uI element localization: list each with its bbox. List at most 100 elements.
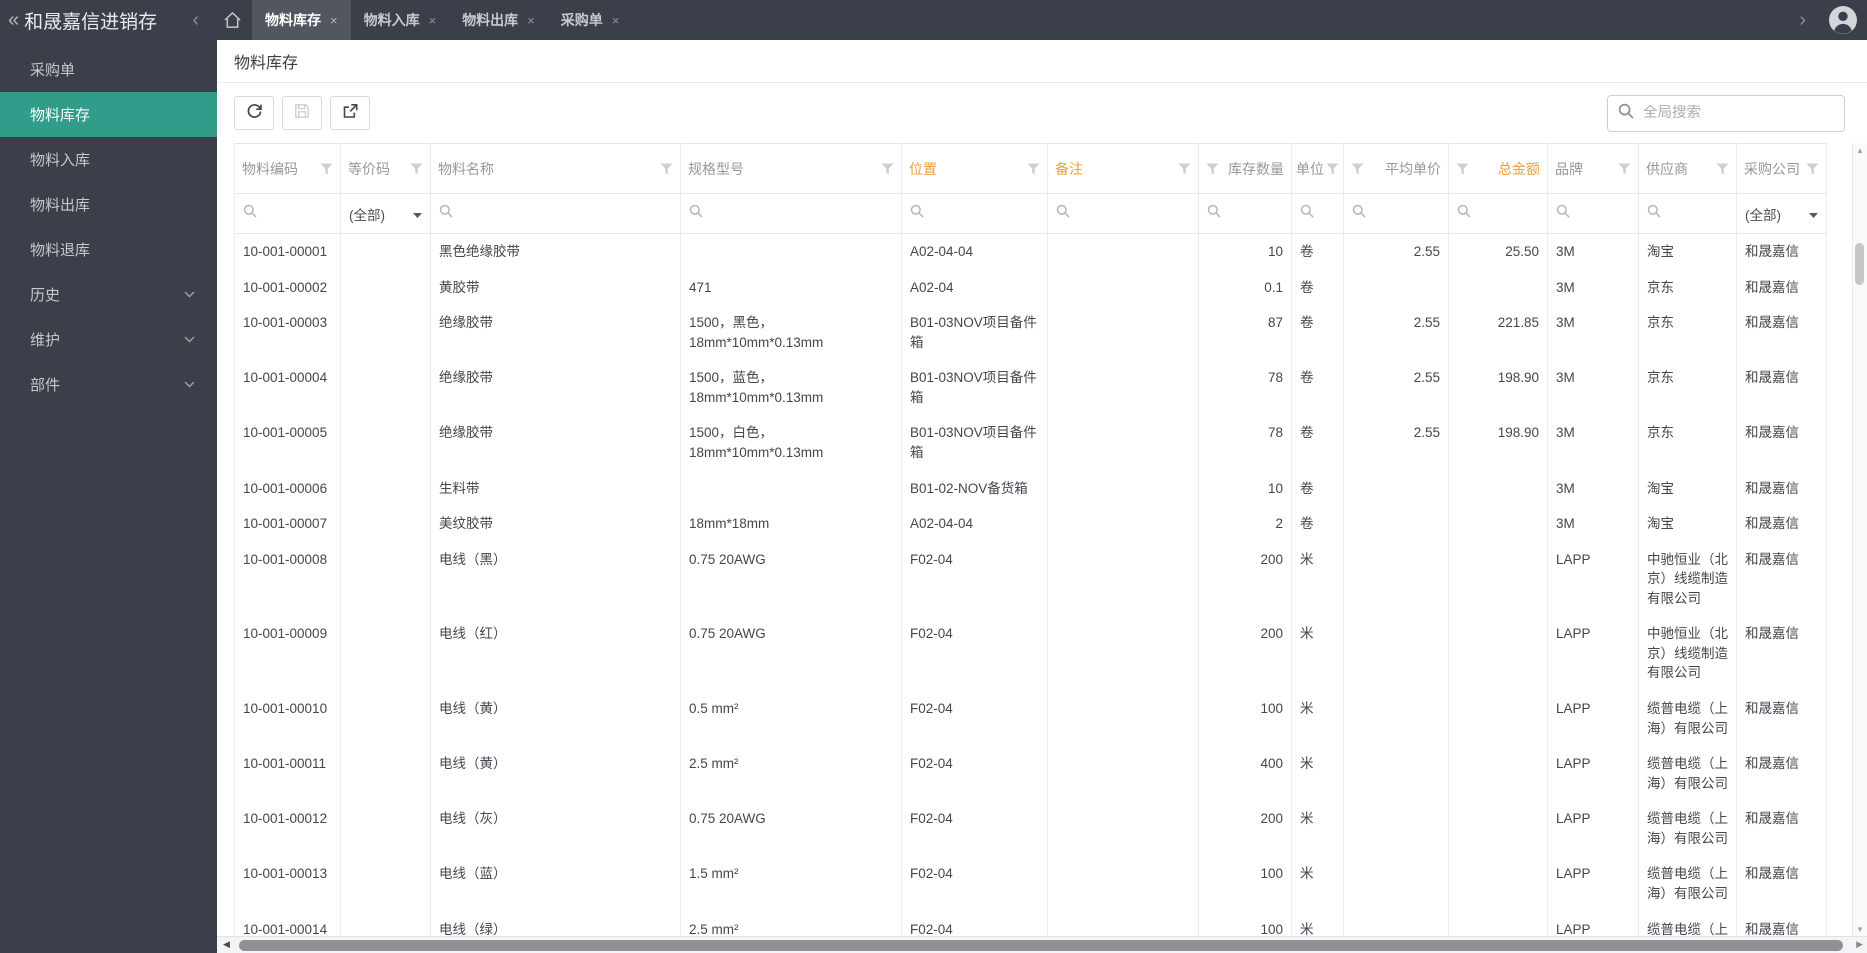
cell-brand[interactable]: LAPP	[1547, 911, 1639, 936]
cell-equiv[interactable]	[340, 233, 431, 270]
cell-company[interactable]: 和晟嘉信	[1736, 691, 1827, 747]
cell-location[interactable]: F02-04	[901, 856, 1048, 912]
cell-total[interactable]	[1448, 691, 1548, 747]
table-row[interactable]: 10-001-00001 黑色绝缘胶带 A02-04-04 10 卷 2.55 25.50 3…	[234, 233, 1827, 270]
cell-equiv[interactable]	[340, 801, 431, 857]
filter-funnel-icon[interactable]	[1027, 163, 1040, 175]
cell-qty[interactable]: 100	[1198, 691, 1292, 747]
cell-equiv[interactable]	[340, 541, 431, 617]
filter-funnel-icon[interactable]	[1351, 163, 1364, 175]
cell-code[interactable]: 10-001-00005	[234, 415, 341, 471]
cell-spec[interactable]: 1500，黑色，18mm*10mm*0.13mm	[680, 305, 902, 361]
cell-brand[interactable]: 3M	[1547, 233, 1639, 270]
cell-company[interactable]: 和晟嘉信	[1736, 415, 1827, 471]
sidebar-item-material-inbound[interactable]: 物料入库	[0, 137, 217, 182]
cell-spec[interactable]: 0.75 20AWG	[680, 801, 902, 857]
cell-location[interactable]: B01-02-NOV备货箱	[901, 470, 1048, 507]
cell-code[interactable]: 10-001-00013	[234, 856, 341, 912]
cell-unit[interactable]: 米	[1291, 911, 1344, 936]
cell-supplier[interactable]: 中驰恒业（北京）线缆制造有限公司	[1638, 541, 1737, 617]
cell-unit[interactable]: 卷	[1291, 305, 1344, 361]
table-row[interactable]: 10-001-00002 黄胶带 471 A02-04 0.1 卷 3M 京东 和晟嘉信	[234, 269, 1827, 306]
scroll-up-icon[interactable]: ▲	[1853, 143, 1867, 157]
cell-spec[interactable]: 0.5 mm²	[680, 691, 902, 747]
cell-brand[interactable]: 3M	[1547, 269, 1639, 306]
cell-brand[interactable]: 3M	[1547, 415, 1639, 471]
table-row[interactable]: 10-001-00011 电线（黄） 2.5 mm² F02-04 400 米 LAPP 缆普…	[234, 746, 1827, 802]
cell-avg_price[interactable]	[1343, 856, 1449, 912]
filter-funnel-icon[interactable]	[1716, 163, 1729, 175]
cell-name[interactable]: 绝缘胶带	[430, 305, 681, 361]
cell-brand[interactable]: 3M	[1547, 506, 1639, 542]
cell-name[interactable]: 电线（黄）	[430, 691, 681, 747]
cell-unit[interactable]: 卷	[1291, 233, 1344, 270]
cell-company[interactable]: 和晟嘉信	[1736, 233, 1827, 270]
cell-code[interactable]: 10-001-00014	[234, 911, 341, 936]
cell-qty[interactable]: 87	[1198, 305, 1292, 361]
filter-search-avg_price[interactable]	[1352, 204, 1440, 223]
cell-location[interactable]: F02-04	[901, 801, 1048, 857]
cell-location[interactable]: F02-04	[901, 911, 1048, 936]
cell-remark[interactable]	[1047, 746, 1199, 802]
cell-code[interactable]: 10-001-00004	[234, 360, 341, 416]
cell-unit[interactable]: 米	[1291, 746, 1344, 802]
cell-remark[interactable]	[1047, 801, 1199, 857]
cell-remark[interactable]	[1047, 911, 1199, 936]
cell-equiv[interactable]	[340, 305, 431, 361]
filter-select-equiv[interactable]: (全部)	[349, 204, 422, 224]
cell-total[interactable]: 198.90	[1448, 360, 1548, 416]
tab-purchase-order[interactable]: 采购单 ×	[548, 0, 633, 40]
cell-name[interactable]: 电线（绿）	[430, 911, 681, 936]
cell-company[interactable]: 和晟嘉信	[1736, 856, 1827, 912]
cell-company[interactable]: 和晟嘉信	[1736, 305, 1827, 361]
cell-qty[interactable]: 2	[1198, 506, 1292, 542]
cell-avg_price[interactable]	[1343, 470, 1449, 507]
filter-search-code[interactable]	[243, 204, 332, 223]
cell-spec[interactable]: 471	[680, 269, 902, 306]
cell-unit[interactable]: 卷	[1291, 506, 1344, 542]
column-header-avg_price[interactable]: 平均单价	[1343, 143, 1449, 194]
cell-spec[interactable]: 1500，白色，18mm*10mm*0.13mm	[680, 415, 902, 471]
cell-location[interactable]: B01-03NOV项目备件箱	[901, 360, 1048, 416]
cell-qty[interactable]: 100	[1198, 911, 1292, 936]
scroll-right-icon[interactable]: ▶	[1856, 939, 1863, 950]
filter-search-remark[interactable]	[1056, 204, 1190, 223]
cell-qty[interactable]: 100	[1198, 856, 1292, 912]
filter-funnel-icon[interactable]	[1326, 163, 1339, 175]
cell-spec[interactable]: 0.75 20AWG	[680, 541, 902, 617]
tab-material-inbound[interactable]: 物料入库 ×	[351, 0, 450, 40]
cell-spec[interactable]: 18mm*18mm	[680, 506, 902, 542]
cell-unit[interactable]: 卷	[1291, 415, 1344, 471]
cell-total[interactable]: 25.50	[1448, 233, 1548, 270]
collapse-sidebar-icon[interactable]: «	[8, 9, 19, 32]
cell-supplier[interactable]: 缆普电缆（上海）有限公司	[1638, 691, 1737, 747]
filter-funnel-icon[interactable]	[1618, 163, 1631, 175]
cell-name[interactable]: 绝缘胶带	[430, 415, 681, 471]
cell-brand[interactable]: 3M	[1547, 360, 1639, 416]
cell-equiv[interactable]	[340, 506, 431, 542]
sidebar-item-parts[interactable]: 部件	[0, 362, 217, 407]
nav-forward-icon[interactable]: ›	[1793, 10, 1812, 30]
cell-unit[interactable]: 米	[1291, 541, 1344, 617]
cell-name[interactable]: 电线（黑）	[430, 541, 681, 617]
cell-avg_price[interactable]	[1343, 616, 1449, 691]
cell-avg_price[interactable]: 2.55	[1343, 415, 1449, 471]
sidebar-item-purchase-order[interactable]: 采购单	[0, 47, 217, 92]
cell-qty[interactable]: 0.1	[1198, 269, 1292, 306]
column-header-equiv[interactable]: 等价码	[340, 143, 431, 194]
filter-search-location[interactable]	[910, 204, 1039, 223]
cell-spec[interactable]: 2.5 mm²	[680, 746, 902, 802]
cell-unit[interactable]: 卷	[1291, 470, 1344, 507]
user-avatar[interactable]	[1828, 5, 1858, 35]
global-search-input[interactable]	[1643, 105, 1834, 121]
cell-unit[interactable]: 卷	[1291, 269, 1344, 306]
cell-spec[interactable]	[680, 470, 902, 507]
cell-unit[interactable]: 米	[1291, 801, 1344, 857]
cell-supplier[interactable]: 缆普电缆（上海）有限公司	[1638, 911, 1737, 936]
cell-avg_price[interactable]: 2.55	[1343, 305, 1449, 361]
cell-code[interactable]: 10-001-00003	[234, 305, 341, 361]
table-row[interactable]: 10-001-00003 绝缘胶带 1500，黑色，18mm*10mm*0.13mm…	[234, 305, 1827, 361]
cell-company[interactable]: 和晟嘉信	[1736, 506, 1827, 542]
filter-funnel-icon[interactable]	[660, 163, 673, 175]
cell-brand[interactable]: LAPP	[1547, 541, 1639, 617]
